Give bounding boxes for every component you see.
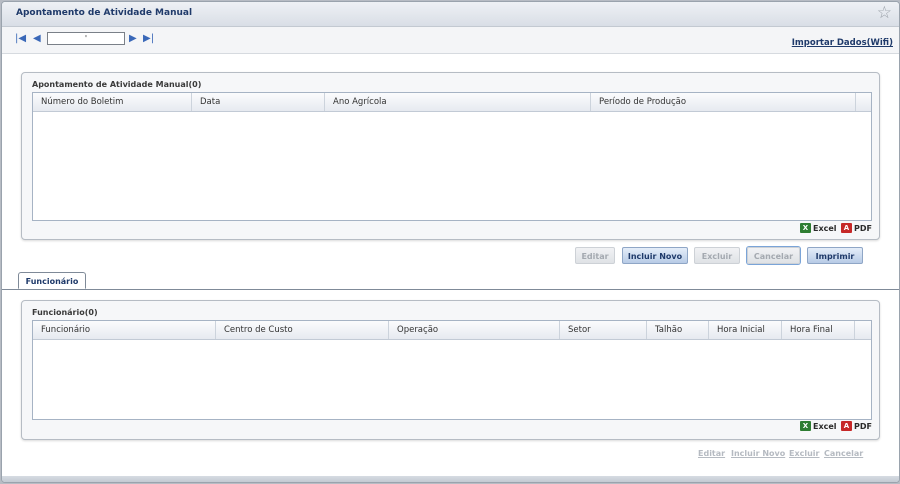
tab-bar: Funcionário (2, 270, 899, 290)
column-header[interactable]: Hora Final (782, 321, 855, 339)
activity-panel-title: Apontamento de Atividade Manual(0) (32, 80, 202, 89)
export-pdf-label: PDF (854, 421, 872, 431)
employee-panel: Funcionário(0) Funcionário Centro de Cus… (21, 300, 880, 440)
column-header[interactable]: Número do Boletim (33, 93, 192, 111)
last-page-icon[interactable]: ▶| (143, 33, 154, 45)
export-pdf-button[interactable]: A PDF (841, 421, 872, 431)
employee-panel-title: Funcionário(0) (32, 308, 98, 317)
activity-table: Número do Boletim Data Ano Agrícola Perí… (32, 92, 872, 221)
pdf-icon: A (841, 421, 852, 431)
export-excel-button[interactable]: X Excel (800, 223, 837, 233)
excel-icon: X (800, 421, 811, 431)
activity-panel: Apontamento de Atividade Manual(0) Númer… (21, 72, 880, 240)
prev-page-icon[interactable]: ◀ (33, 33, 41, 45)
add-new-button[interactable]: Incluir Novo (622, 247, 688, 264)
export-excel-button[interactable]: X Excel (800, 421, 837, 431)
tab-funcionario[interactable]: Funcionário (18, 272, 86, 289)
employee-edit-link[interactable]: Editar (698, 449, 725, 458)
employee-table: Funcionário Centro de Custo Operação Set… (32, 320, 872, 420)
title-bar: Apontamento de Atividade Manual ☆ (2, 2, 899, 27)
column-header[interactable]: Operação (389, 321, 560, 339)
column-header[interactable]: Funcionário (33, 321, 216, 339)
next-page-icon[interactable]: ▶ (129, 33, 137, 45)
employee-add-new-link[interactable]: Incluir Novo (731, 449, 785, 458)
first-page-icon[interactable]: |◀ (15, 33, 26, 45)
column-header[interactable]: Setor (560, 321, 647, 339)
column-header[interactable]: Talhão (647, 321, 709, 339)
favorite-star-icon[interactable]: ☆ (877, 5, 892, 22)
cancel-button[interactable]: Cancelar (747, 247, 800, 264)
edit-button[interactable]: Editar (575, 247, 615, 264)
export-excel-label: Excel (813, 223, 837, 233)
export-pdf-button[interactable]: A PDF (841, 223, 872, 233)
bottom-bar (2, 476, 899, 482)
employee-cancel-link[interactable]: Cancelar (824, 449, 863, 458)
column-header[interactable]: Período de Produção (591, 93, 856, 111)
export-excel-label: Excel (813, 421, 837, 431)
column-header[interactable]: Ano Agrícola (325, 93, 591, 111)
activity-table-header: Número do Boletim Data Ano Agrícola Perí… (33, 93, 871, 112)
employee-delete-link[interactable]: Excluir (789, 449, 820, 458)
export-pdf-label: PDF (854, 223, 872, 233)
excel-icon: X (800, 223, 811, 233)
column-header[interactable]: Data (192, 93, 325, 111)
record-input[interactable]: ' (47, 32, 125, 45)
column-header[interactable]: Hora Inicial (709, 321, 782, 339)
pdf-icon: A (841, 223, 852, 233)
import-data-link[interactable]: Importar Dados(Wifi) (792, 38, 893, 48)
column-header[interactable]: Centro de Custo (216, 321, 389, 339)
employee-table-header: Funcionário Centro de Custo Operação Set… (33, 321, 871, 340)
print-button[interactable]: Imprimir (807, 247, 863, 264)
app-window: Apontamento de Atividade Manual ☆ |◀ ◀ '… (1, 1, 900, 483)
record-navigation-bar: |◀ ◀ ' ▶ ▶| Importar Dados(Wifi) (2, 27, 899, 54)
page-title: Apontamento de Atividade Manual (16, 8, 193, 18)
delete-button[interactable]: Excluir (694, 247, 740, 264)
